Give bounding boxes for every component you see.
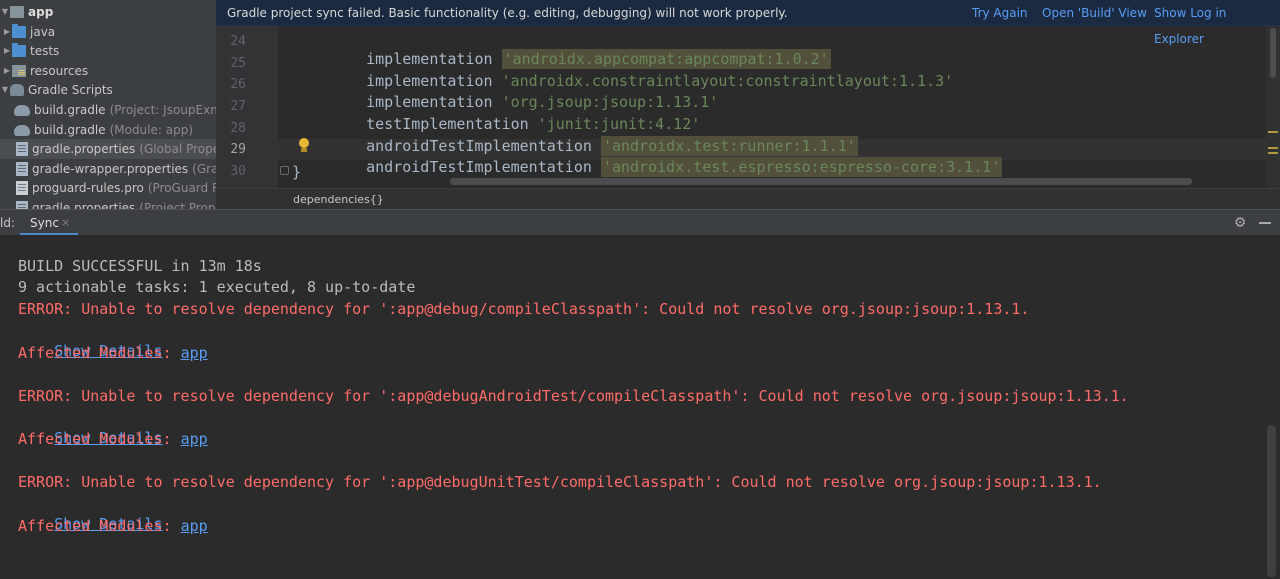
expand-arrow-icon[interactable]: ▶ (2, 61, 12, 81)
resources-folder-icon (12, 65, 26, 77)
properties-file-icon (16, 162, 28, 176)
line-number: 28 (230, 121, 246, 136)
console-line: Affected Modules: app (18, 344, 208, 362)
affected-module-link[interactable]: app (181, 430, 208, 448)
closing-brace: } (292, 163, 302, 181)
code-editor[interactable]: 24 25 26 27 28 29 30 implementation 'and… (216, 0, 1280, 188)
properties-file-icon (16, 142, 28, 156)
tab-sync[interactable]: Sync × (20, 210, 78, 236)
console-error-line: ERROR: Unable to resolve dependency for … (18, 473, 1102, 491)
tree-item-gradle-properties-project[interactable]: gradle.properties (Project Properties) (0, 198, 216, 209)
gear-icon[interactable]: ⚙ (1232, 215, 1248, 231)
build-console-output[interactable]: BUILD SUCCESSFUL in 13m 18s 9 actionable… (0, 235, 1280, 579)
expand-arrow-icon[interactable]: ▼ (0, 2, 10, 22)
expand-arrow-icon[interactable]: ▶ (2, 41, 12, 61)
affected-module-link[interactable]: app (181, 344, 208, 362)
console-line: BUILD SUCCESSFUL in 13m 18s (18, 257, 262, 275)
line-number: 26 (230, 77, 246, 92)
console-line: 9 actionable tasks: 1 executed, 8 up-to-… (18, 278, 416, 296)
lightbulb-icon[interactable] (298, 138, 310, 154)
tree-item-build-gradle-module[interactable]: build.gradle (Module: app) (0, 120, 216, 140)
tree-item-tests[interactable]: ▶ tests (0, 41, 216, 61)
show-log-link[interactable]: Show Log in Explorer (1154, 0, 1280, 52)
tab-label: Sync (30, 216, 59, 230)
warning-stripe-icon[interactable] (1268, 131, 1278, 133)
try-again-link[interactable]: Try Again (972, 0, 1028, 26)
warning-stripe-icon[interactable] (1268, 147, 1278, 149)
breadcrumb-item[interactable]: dependencies{} (293, 189, 384, 210)
tree-item-gradle-wrapper-properties[interactable]: gradle-wrapper.properties (Gradle Versio… (0, 159, 216, 179)
build-tool-window-header: ld: Sync × ⚙ (0, 209, 1280, 236)
line-number: 30 (230, 164, 246, 179)
proguard-file-icon (16, 181, 28, 195)
expand-arrow-icon[interactable]: ▼ (0, 80, 10, 100)
tree-item-proguard-rules[interactable]: proguard-rules.pro (ProGuard Rules for a… (0, 178, 216, 198)
affected-module-link[interactable]: app (181, 517, 208, 535)
horizontal-scrollbar[interactable] (450, 178, 1192, 185)
gradle-elephant-icon (14, 124, 30, 136)
gradle-scripts-icon (10, 84, 24, 96)
tool-window-title: ld: (0, 216, 15, 230)
breadcrumb: dependencies{} (216, 188, 1280, 209)
folder-icon (12, 24, 26, 38)
console-scrollbar[interactable] (1267, 425, 1276, 577)
minimize-icon[interactable] (1259, 222, 1271, 224)
line-number: 29 (230, 142, 246, 157)
line-number: 25 (230, 56, 246, 71)
module-icon (10, 6, 24, 18)
console-error-line: ERROR: Unable to resolve dependency for … (18, 387, 1129, 405)
fold-marker-icon[interactable] (280, 166, 289, 175)
tree-item-gradle-scripts[interactable]: ▼ Gradle Scripts (0, 80, 216, 100)
banner-message: Gradle project sync failed. Basic functi… (227, 6, 788, 20)
gradle-elephant-icon (14, 104, 30, 116)
tree-item-java[interactable]: ▶ java (0, 22, 216, 42)
tree-item-build-gradle-project[interactable]: build.gradle (Project: JsoupExmpl) (0, 100, 216, 120)
expand-arrow-icon[interactable]: ▶ (2, 22, 12, 42)
warning-stripe-icon[interactable] (1268, 152, 1278, 154)
console-line: Affected Modules: app (18, 517, 208, 535)
folder-icon (12, 43, 26, 57)
tree-item-gradle-properties-global[interactable]: gradle.properties (Global Properties) (0, 139, 216, 159)
close-icon[interactable]: × (61, 210, 70, 236)
tree-item-app[interactable]: ▼ app (0, 2, 216, 22)
console-line: Affected Modules: app (18, 430, 208, 448)
tree-item-resources[interactable]: ▶ resources (0, 61, 216, 81)
line-number: 24 (230, 34, 246, 49)
properties-file-icon (16, 201, 28, 209)
project-tree: ▼ app ▶ java ▶ tests ▶ resources ▼ Gradl… (0, 0, 216, 209)
line-number: 27 (230, 99, 246, 114)
console-error-line: ERROR: Unable to resolve dependency for … (18, 300, 1030, 318)
sync-failed-banner: Gradle project sync failed. Basic functi… (216, 0, 1280, 46)
open-build-view-link[interactable]: Open 'Build' View (1042, 0, 1147, 26)
